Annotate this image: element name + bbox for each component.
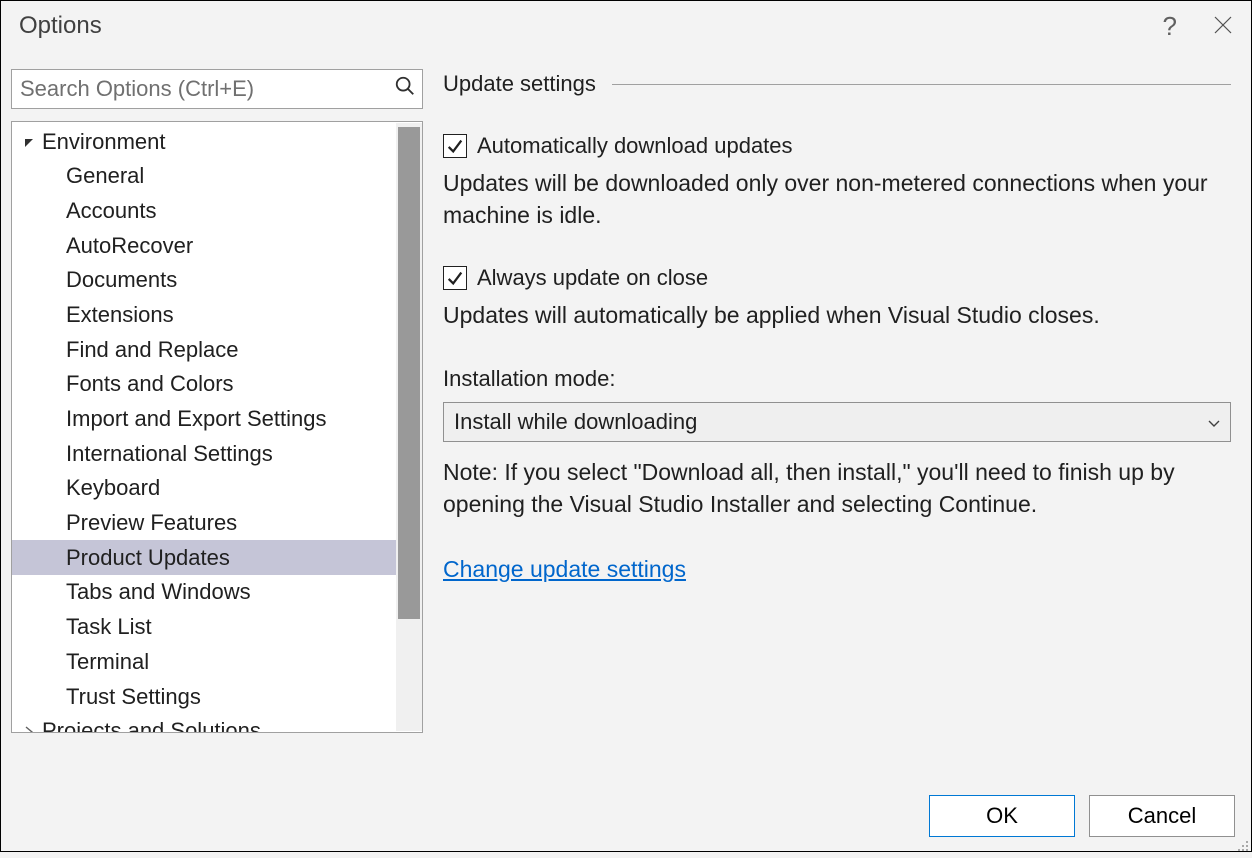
- tree-item-task-list[interactable]: Task List: [12, 610, 396, 645]
- tree-collapsed-icon[interactable]: [24, 716, 40, 733]
- tree-item-terminal[interactable]: Terminal: [12, 644, 396, 679]
- update-on-close-label: Always update on close: [477, 265, 708, 291]
- tree-item-label: International Settings: [66, 439, 273, 469]
- ok-button[interactable]: OK: [929, 795, 1075, 837]
- tree-item-extensions[interactable]: Extensions: [12, 297, 396, 332]
- close-icon[interactable]: [1213, 13, 1233, 39]
- options-tree[interactable]: Environment General Accounts AutoRecover Doc…: [11, 121, 423, 733]
- tree-item-fonts-and-colors[interactable]: Fonts and Colors: [12, 367, 396, 402]
- tree-item-trust-settings[interactable]: Trust Settings: [12, 679, 396, 714]
- title-bar: Options ?: [1, 1, 1251, 51]
- search-icon: [394, 75, 416, 103]
- scrollbar-track[interactable]: [396, 123, 422, 731]
- tree-item-label: Import and Export Settings: [66, 404, 326, 434]
- tree-item-label: Product Updates: [66, 543, 230, 573]
- tree-item-keyboard[interactable]: Keyboard: [12, 471, 396, 506]
- tree-item-label: Task List: [66, 612, 152, 642]
- search-input[interactable]: [20, 76, 394, 102]
- tree-item-preview-features[interactable]: Preview Features: [12, 506, 396, 541]
- dialog-footer: OK Cancel: [929, 795, 1235, 837]
- tree-item-autorecover[interactable]: AutoRecover: [12, 228, 396, 263]
- tree-item-label: Tabs and Windows: [66, 577, 251, 607]
- help-icon[interactable]: ?: [1163, 13, 1177, 39]
- tree-item-documents[interactable]: Documents: [12, 263, 396, 298]
- tree-item-environment[interactable]: Environment: [12, 124, 396, 159]
- change-update-settings-link[interactable]: Change update settings: [443, 556, 686, 582]
- update-on-close-checkbox[interactable]: Always update on close: [443, 265, 1231, 291]
- tree-item-international-settings[interactable]: International Settings: [12, 436, 396, 471]
- tree-item-label: Preview Features: [66, 508, 237, 538]
- settings-panel: Update settings Automatically download u…: [443, 69, 1241, 771]
- auto-download-label: Automatically download updates: [477, 133, 793, 159]
- tree-item-import-and-export-settings[interactable]: Import and Export Settings: [12, 402, 396, 437]
- tree-item-tabs-and-windows[interactable]: Tabs and Windows: [12, 575, 396, 610]
- tree-item-product-updates[interactable]: Product Updates: [12, 540, 396, 575]
- main-area: Environment General Accounts AutoRecover Doc…: [1, 51, 1251, 781]
- install-mode-select[interactable]: Install while downloading: [443, 402, 1231, 442]
- tree-item-general[interactable]: General: [12, 159, 396, 194]
- scrollbar-thumb[interactable]: [398, 127, 420, 619]
- tree-item-label: Accounts: [66, 196, 157, 226]
- section-header: Update settings: [443, 71, 1231, 97]
- tree-item-label: Fonts and Colors: [66, 369, 234, 399]
- tree-expanded-icon[interactable]: [24, 127, 40, 157]
- auto-download-checkbox[interactable]: Automatically download updates: [443, 133, 1231, 159]
- tree-item-label: General: [66, 161, 144, 191]
- section-title: Update settings: [443, 71, 596, 97]
- tree-item-label: Extensions: [66, 300, 174, 330]
- tree-item-label: Terminal: [66, 647, 149, 677]
- tree-item-label: AutoRecover: [66, 231, 193, 261]
- tree-item-label: Environment: [42, 127, 166, 157]
- tree-item-label: Find and Replace: [66, 335, 238, 365]
- chevron-down-icon: [1208, 409, 1220, 435]
- titlebar-buttons: ?: [1163, 13, 1233, 39]
- cancel-button[interactable]: Cancel: [1089, 795, 1235, 837]
- install-mode-value: Install while downloading: [454, 409, 1208, 435]
- settings-body: Automatically download updates Updates w…: [443, 133, 1231, 583]
- tree-item-accounts[interactable]: Accounts: [12, 193, 396, 228]
- tree-item-label: Projects and Solutions: [42, 716, 261, 733]
- search-box[interactable]: [11, 69, 423, 109]
- update-on-close-desc: Updates will automatically be applied wh…: [443, 299, 1231, 331]
- install-mode-note: Note: If you select "Download all, then …: [443, 456, 1231, 520]
- install-mode-label: Installation mode:: [443, 366, 1231, 392]
- auto-download-desc: Updates will be downloaded only over non…: [443, 167, 1231, 231]
- resize-grip-icon[interactable]: [1235, 835, 1249, 849]
- section-divider: [612, 84, 1231, 85]
- left-column: Environment General Accounts AutoRecover Doc…: [11, 69, 423, 771]
- tree-item-label: Documents: [66, 265, 177, 295]
- tree-item-label: Keyboard: [66, 473, 160, 503]
- tree-item-find-and-replace[interactable]: Find and Replace: [12, 332, 396, 367]
- checkbox-icon: [443, 266, 467, 290]
- window-title: Options: [19, 12, 1163, 40]
- tree-item-label: Trust Settings: [66, 682, 201, 712]
- tree-item-projects-and-solutions[interactable]: Projects and Solutions: [12, 714, 396, 733]
- checkbox-icon: [443, 134, 467, 158]
